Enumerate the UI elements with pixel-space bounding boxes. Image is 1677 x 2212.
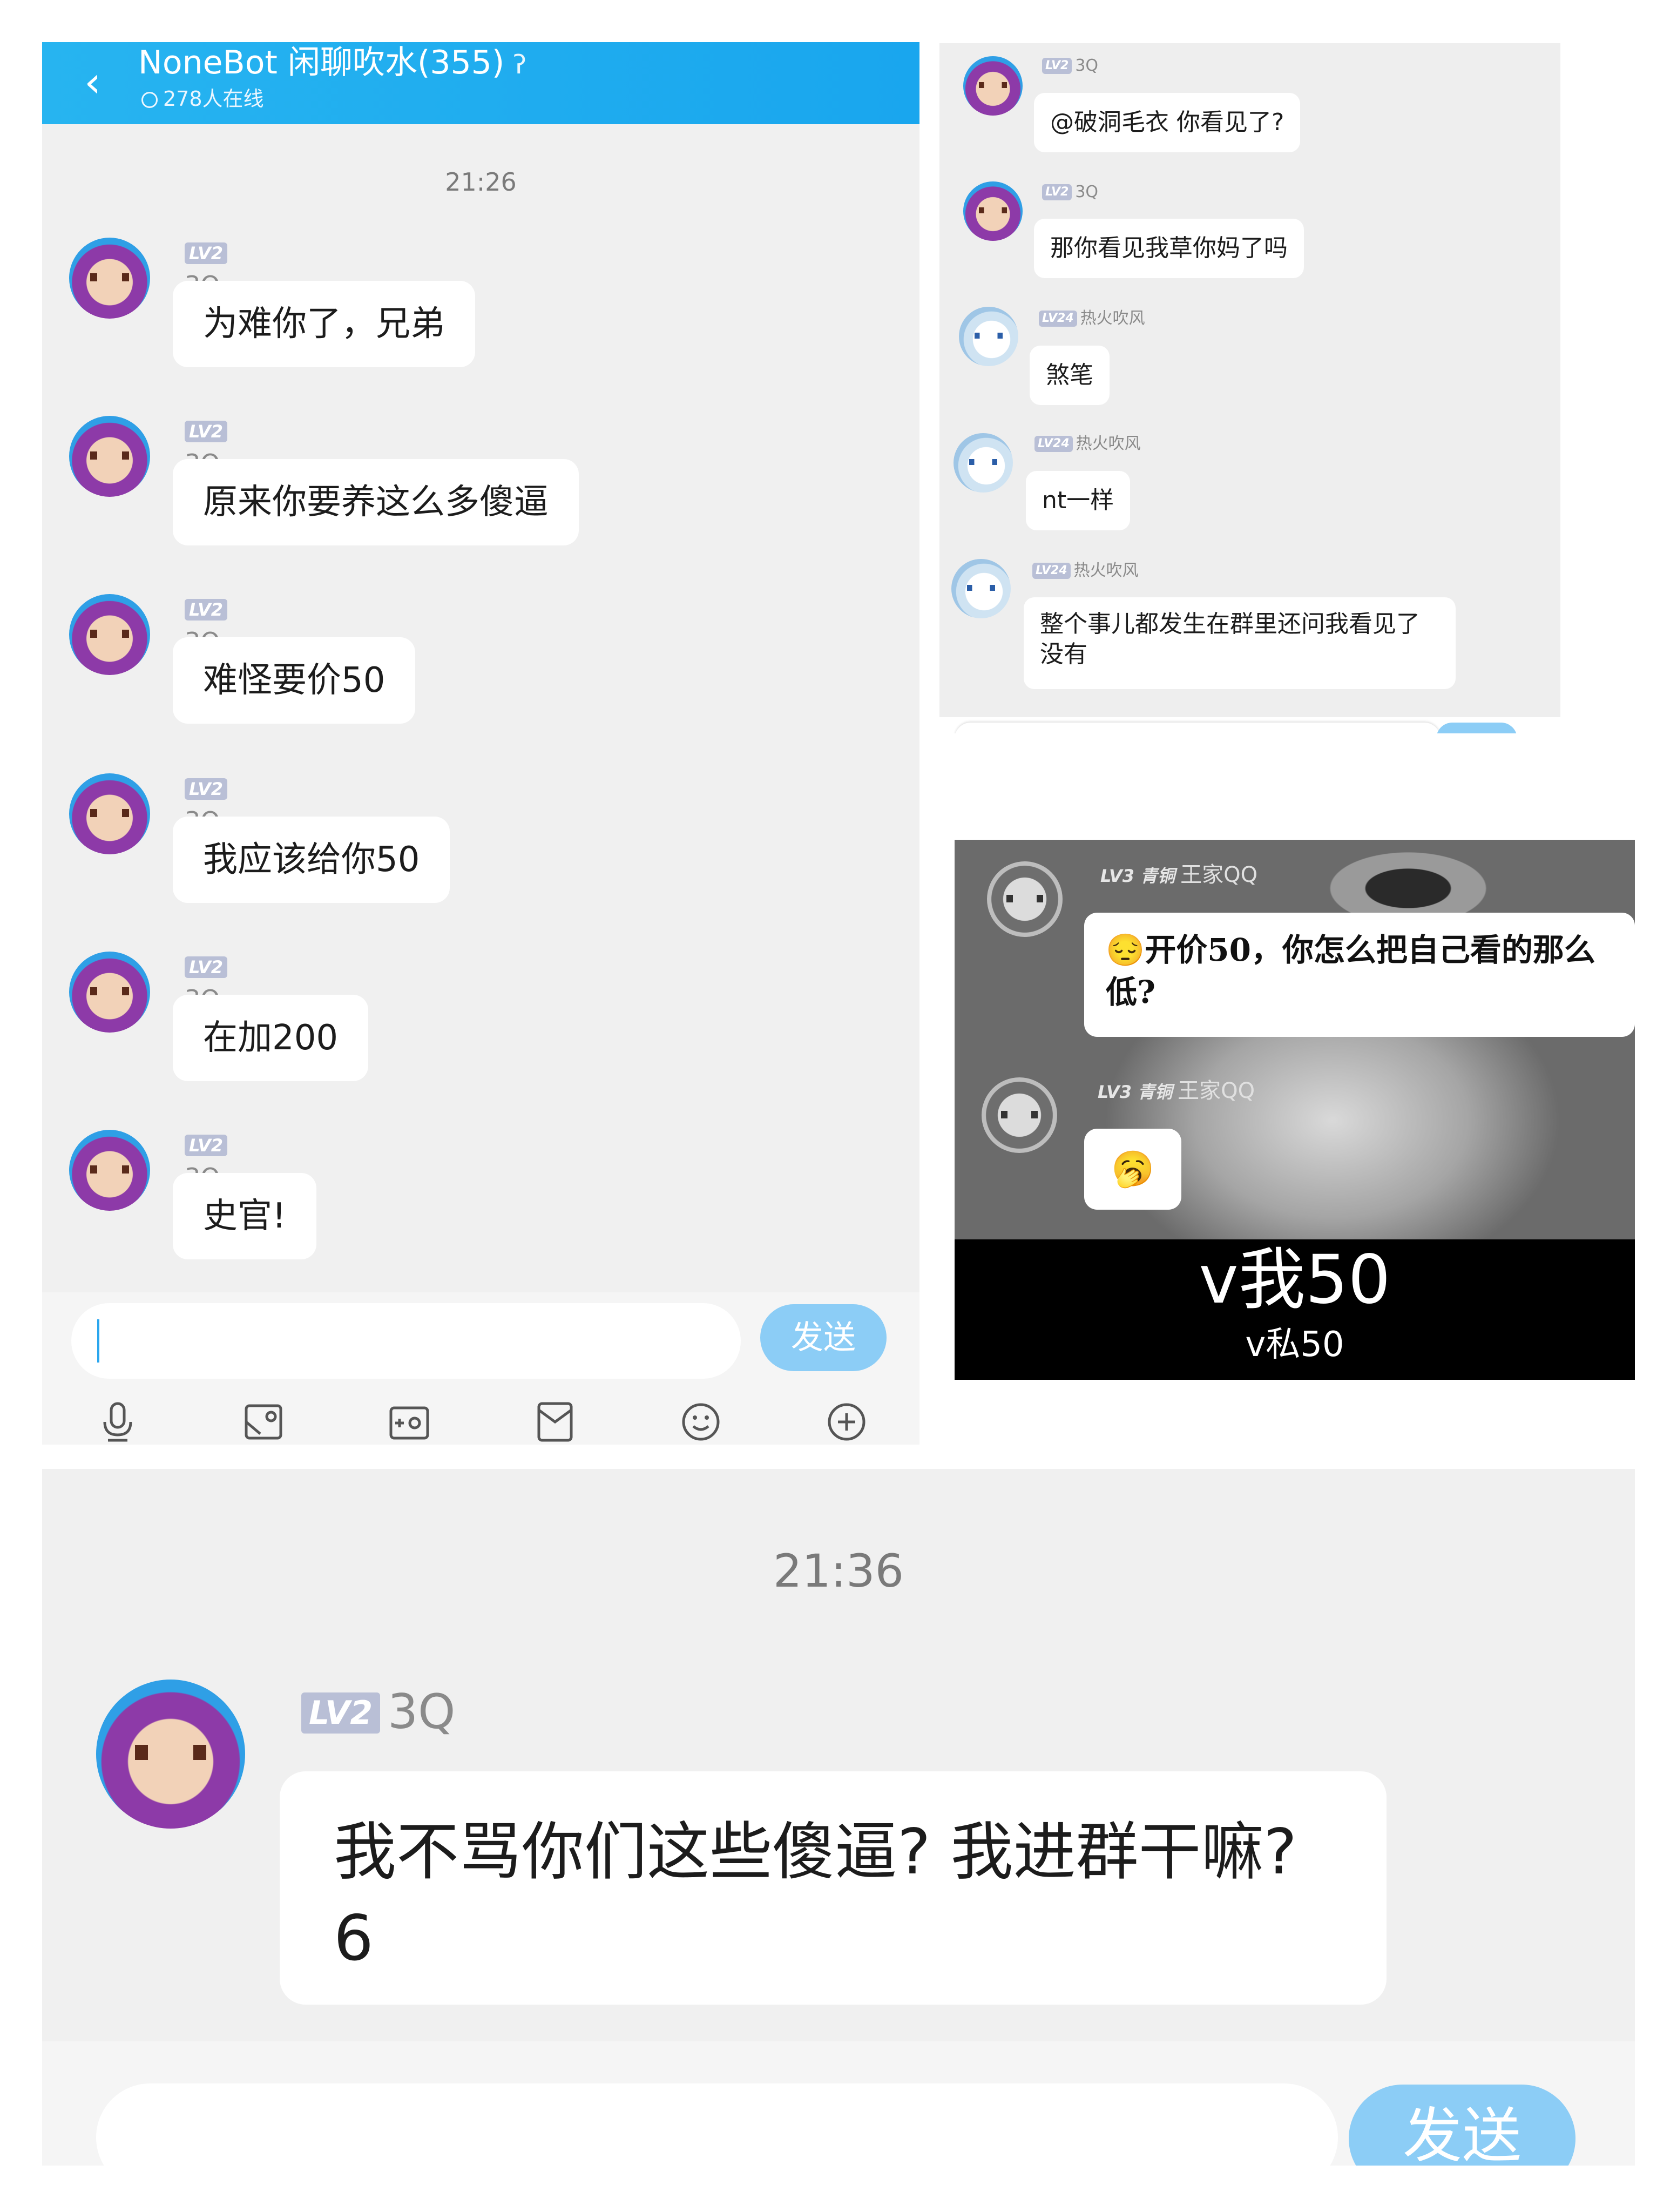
- level-badge: LV2: [1042, 184, 1072, 200]
- sender-name: 王家QQ: [1180, 862, 1258, 887]
- chat-window-1: ‹ NoneBot 闲聊吹水(355)ʔ 278人在线 21:26 LV23Q …: [42, 42, 919, 1445]
- avatar[interactable]: [951, 559, 1011, 618]
- level-badge: LV24: [1039, 311, 1077, 327]
- sender-meta: LV23Q: [1042, 55, 1098, 77]
- message-bubble[interactable]: 为难你了，兄弟: [173, 281, 475, 367]
- sender-meta: LV24 热火吹风: [1034, 433, 1141, 455]
- chat-window-2: LV2 3Q @破洞毛衣 你看见了? LV2 3Q 那你看见我草你妈了吗 LV24 热…: [939, 43, 1560, 733]
- message-bubble: 😔开价50，你怎么把自己看的那么低?: [1084, 913, 1635, 1037]
- level-badge: LV2: [185, 1135, 228, 1156]
- level-badge: LV24: [1034, 436, 1073, 452]
- send-button[interactable]: 发送: [1349, 2085, 1575, 2166]
- microphone-icon[interactable]: [96, 1400, 139, 1444]
- avatar: [987, 861, 1063, 937]
- text-caret: [97, 1319, 99, 1363]
- message-bubble[interactable]: @破洞毛衣 你看见了?: [1034, 93, 1301, 152]
- chat-window-3: 21:36 LV2 3Q 我不骂你们这些傻逼? 我进群干嘛? 6 发送: [42, 1469, 1635, 2166]
- camera-icon[interactable]: [388, 1400, 431, 1444]
- level-badge: LV2: [185, 599, 228, 621]
- ear-icon[interactable]: ʔ: [513, 50, 526, 80]
- avatar: [982, 1077, 1057, 1153]
- avatar[interactable]: [954, 433, 1013, 493]
- online-icon: [141, 92, 158, 108]
- group-name: NoneBot 闲聊吹水(355): [138, 44, 505, 82]
- online-count: 278人在线: [141, 85, 264, 112]
- timestamp: 21:36: [773, 1545, 904, 1597]
- emoji-bubble: 🥱: [1084, 1129, 1181, 1210]
- level-badge: LV2: [185, 956, 228, 978]
- message-bubble[interactable]: 在加200: [173, 995, 369, 1081]
- sender-meta: LV24 热火吹风: [1039, 308, 1145, 329]
- sender-name: 3Q: [1075, 183, 1099, 201]
- timestamp: 21:26: [445, 167, 517, 197]
- meme-subcaption: v私50: [1245, 1325, 1344, 1365]
- message-bubble[interactable]: 我应该给你50: [173, 817, 450, 903]
- chat-header: ‹ NoneBot 闲聊吹水(355) ʔ 278人在线: [42, 42, 919, 124]
- message-bubble[interactable]: 整个事儿都发生在群里还问我看见了没有: [1024, 597, 1456, 689]
- sender-name: 王家QQ: [1178, 1078, 1255, 1103]
- input-bar-partial: [939, 717, 1560, 733]
- avatar[interactable]: [959, 307, 1018, 366]
- online-text: 278人在线: [163, 87, 264, 111]
- input-bar: 发送: [42, 1292, 919, 1445]
- avatar[interactable]: [69, 238, 150, 319]
- avatar[interactable]: [96, 1680, 245, 1829]
- level-badge: LV2: [185, 242, 228, 264]
- avatar[interactable]: [69, 1130, 150, 1211]
- send-button[interactable]: [1436, 723, 1517, 733]
- sender-meta: LV3 青铜 王家QQ: [1098, 1077, 1255, 1105]
- message-input[interactable]: [96, 2083, 1338, 2166]
- message-bubble[interactable]: 煞笔: [1030, 346, 1110, 405]
- level-badge: LV3 青铜: [1100, 866, 1175, 886]
- sender-meta: LV3 青铜 王家QQ: [1100, 861, 1257, 889]
- level-badge: LV2: [185, 778, 228, 800]
- chevron-left-icon[interactable]: ‹: [84, 62, 101, 104]
- sender-name: 热火吹风: [1073, 561, 1139, 580]
- plus-icon[interactable]: [825, 1400, 868, 1444]
- sender-name: 热火吹风: [1076, 434, 1141, 453]
- avatar[interactable]: [963, 56, 1023, 116]
- level-badge: LV2: [301, 1692, 381, 1734]
- message-bubble[interactable]: nt一样: [1026, 471, 1131, 530]
- message-bubble[interactable]: 那你看见我草你妈了吗: [1034, 219, 1304, 278]
- meme-caption: v我50: [1199, 1241, 1391, 1319]
- level-badge: LV3 青铜: [1098, 1082, 1173, 1102]
- message-bubble[interactable]: 难怪要价50: [173, 637, 416, 724]
- level-badge: LV24: [1032, 563, 1071, 579]
- send-button[interactable]: 发送: [760, 1304, 887, 1371]
- avatar[interactable]: [69, 952, 150, 1033]
- message-input[interactable]: [955, 723, 1441, 733]
- red-packet-icon[interactable]: [533, 1400, 577, 1444]
- avatar[interactable]: [69, 773, 150, 854]
- sender-meta: LV23Q: [301, 1682, 455, 1742]
- image-icon[interactable]: [242, 1400, 285, 1444]
- avatar[interactable]: [963, 181, 1023, 241]
- avatar[interactable]: [69, 594, 150, 675]
- sender-name: 3Q: [388, 1684, 456, 1739]
- message-bubble[interactable]: 史官!: [173, 1173, 316, 1259]
- level-badge: LV2: [1042, 58, 1072, 74]
- sender-meta: LV24 热火吹风: [1032, 560, 1139, 582]
- message-input[interactable]: [71, 1303, 741, 1379]
- meme-image: LV3 青铜 王家QQ 😔开价50，你怎么把自己看的那么低? LV3 青铜 王家QQ…: [955, 840, 1635, 1380]
- level-badge: LV2: [185, 421, 228, 442]
- input-bar: 发送: [42, 2041, 1635, 2166]
- sender-meta: LV23Q: [1042, 181, 1098, 203]
- message-bubble[interactable]: 原来你要养这么多傻逼: [173, 459, 579, 545]
- avatar[interactable]: [69, 416, 150, 497]
- sender-name: 热火吹风: [1080, 309, 1145, 328]
- group-title[interactable]: NoneBot 闲聊吹水(355) ʔ: [138, 42, 526, 85]
- emoji-icon[interactable]: [679, 1400, 722, 1444]
- message-bubble[interactable]: 我不骂你们这些傻逼? 我进群干嘛? 6: [280, 1771, 1387, 2005]
- sender-name: 3Q: [1075, 56, 1099, 75]
